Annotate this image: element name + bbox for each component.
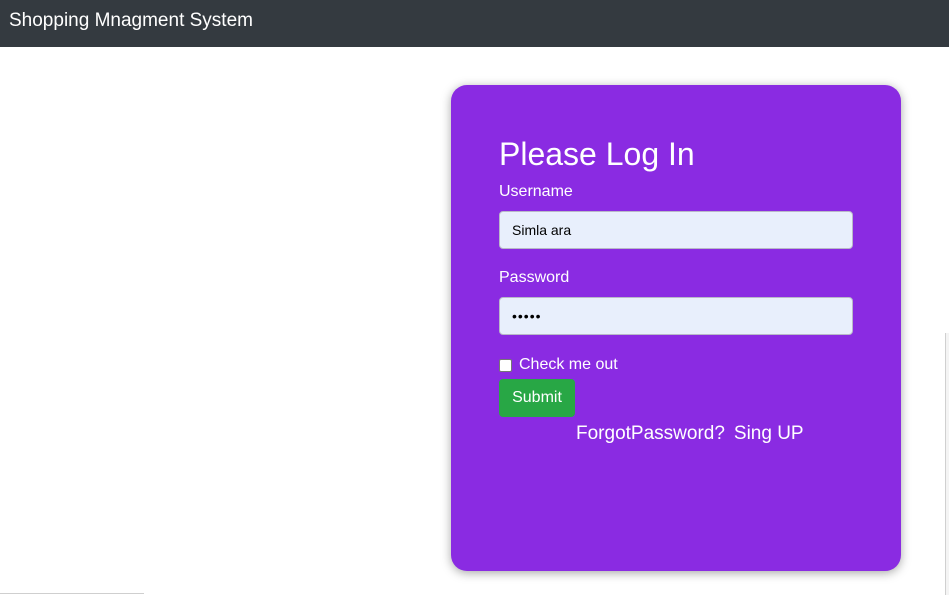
scrollbar[interactable]: [945, 333, 949, 595]
auth-links: ForgotPassword? Sing UP: [576, 422, 804, 446]
password-label: Password: [499, 269, 570, 286]
check-me-out-row[interactable]: Check me out: [499, 355, 618, 375]
username-label: Username: [499, 183, 573, 200]
page-title: Please Log In: [499, 136, 695, 172]
username-input[interactable]: [499, 211, 853, 249]
sign-up-link[interactable]: Sing UP: [734, 423, 804, 444]
password-input[interactable]: [499, 297, 853, 335]
submit-button[interactable]: Submit: [499, 379, 575, 417]
check-me-out-label[interactable]: Check me out: [519, 355, 618, 375]
divider: [0, 593, 144, 594]
top-navbar: Shopping Mnagment System: [0, 0, 949, 47]
forgot-password-link[interactable]: ForgotPassword?: [576, 423, 725, 444]
check-me-out-checkbox[interactable]: [499, 358, 512, 372]
login-card: Please Log In Username Password Check me…: [451, 85, 901, 571]
navbar-brand[interactable]: Shopping Mnagment System: [9, 10, 253, 32]
